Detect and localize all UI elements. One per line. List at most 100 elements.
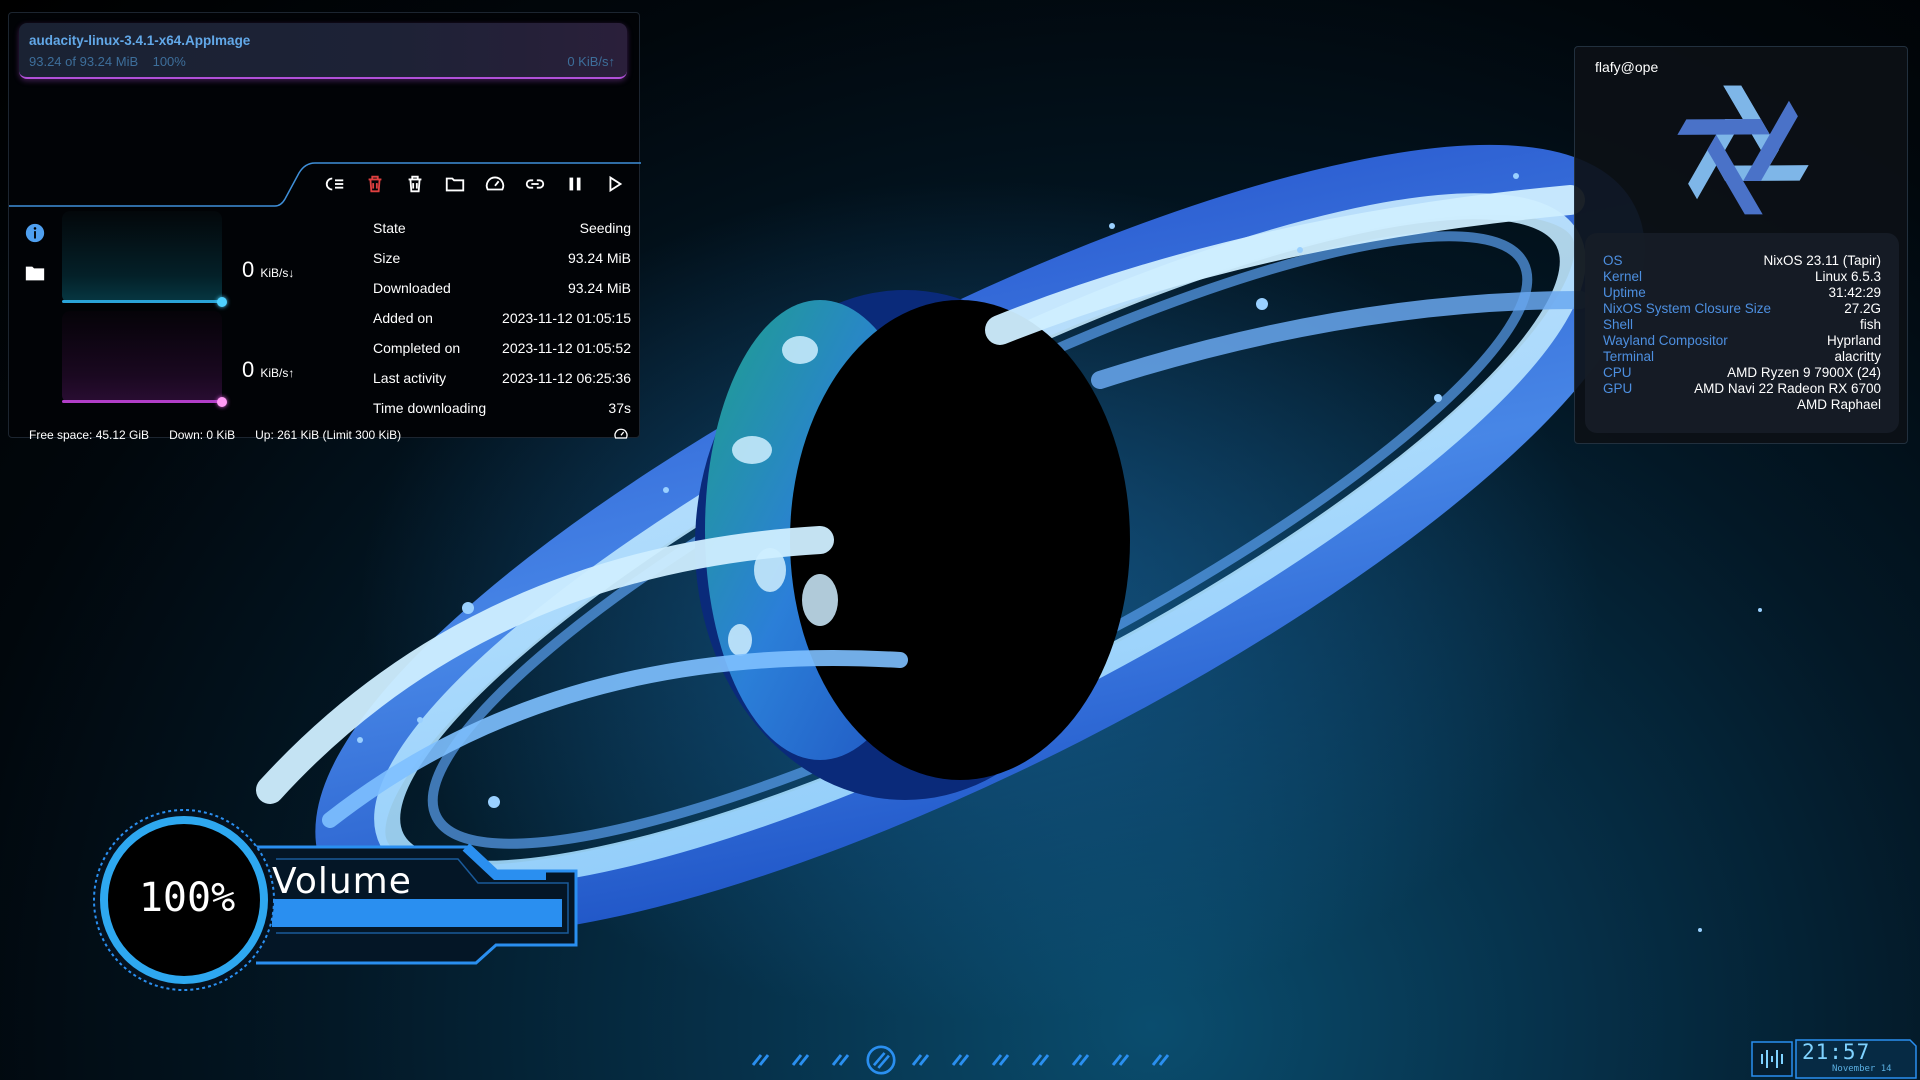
property-key: Time downloading: [373, 400, 487, 416]
info-key: Wayland Compositor: [1603, 333, 1728, 348]
info-value: fish: [1859, 317, 1881, 332]
torrent-upload-speed: 0 KiB/s↑: [567, 54, 615, 69]
info-row: Wayland Compositor Hyprland: [1603, 333, 1881, 349]
property-row: Last activity 2023-11-12 06:25:36: [373, 369, 631, 399]
workspace-5[interactable]: [906, 1048, 936, 1072]
workspace-icon: [1151, 1054, 1170, 1066]
property-value: 2023-11-12 01:05:15: [502, 310, 631, 326]
torrent-client-window: audacity-linux-3.4.1-x64.AppImage 93.24 …: [8, 12, 641, 442]
copy-magnet-link-button[interactable]: [517, 169, 553, 199]
speed-limit-button[interactable]: [477, 169, 513, 199]
property-key: Downloaded: [373, 280, 451, 296]
up-total-text: Up: 261 KiB (Limit 300 KiB): [255, 428, 402, 442]
download-speed-graph: [62, 211, 227, 307]
workspace-icon: [1031, 1054, 1050, 1066]
workspace-1[interactable]: [746, 1048, 776, 1072]
arrow-up-icon: ↑: [608, 54, 616, 69]
workspace-icon: [911, 1054, 930, 1066]
pause-button[interactable]: [557, 169, 593, 199]
property-row: Downloaded 93.24 MiB: [373, 279, 631, 309]
download-rate: 0 KiB/s↓: [242, 257, 294, 283]
upload-speed-line: [62, 400, 222, 403]
property-key: Last activity: [373, 370, 447, 386]
workspace-icon: [951, 1054, 970, 1066]
property-value: 2023-11-12 01:05:52: [502, 340, 631, 356]
clock-widget: 21:57 November 14: [1750, 1036, 1918, 1080]
upload-rate-unit: KiB/s: [260, 366, 289, 380]
workspace-switcher: [746, 1045, 1176, 1075]
property-key: Size: [373, 250, 401, 266]
info-value: 27.2G: [1844, 301, 1881, 316]
info-row: Terminal alacritty: [1603, 349, 1881, 365]
delete-with-data-button[interactable]: [357, 169, 393, 199]
workspace-11[interactable]: [1146, 1048, 1176, 1072]
volume-percent: 100%: [138, 875, 236, 921]
torrent-toolbar: [277, 161, 641, 207]
workspace-2[interactable]: [786, 1048, 816, 1072]
info-row: CPU AMD Ryzen 9 7900X (24): [1603, 365, 1881, 381]
property-value: Seeding: [579, 220, 631, 236]
link-icon: [525, 179, 545, 189]
property-row: Time downloading 37s: [373, 399, 631, 421]
info-row: GPU AMD Navi 22 Radeon RX 6700: [1603, 381, 1881, 397]
property-row: State Seeding: [373, 219, 631, 249]
arrow-down-icon: ↓: [288, 266, 295, 280]
workspace-9[interactable]: [1066, 1048, 1096, 1072]
download-speed-marker: [217, 297, 227, 307]
play-icon: [609, 175, 623, 193]
property-row: Completed on 2023-11-12 01:05:52: [373, 339, 631, 369]
info-value: alacritty: [1834, 349, 1881, 364]
info-key: GPU: [1603, 381, 1633, 396]
torrent-item[interactable]: audacity-linux-3.4.1-x64.AppImage 93.24 …: [19, 23, 627, 79]
property-key: Completed on: [373, 340, 461, 356]
info-row: Shell fish: [1603, 317, 1881, 333]
nixos-logo-icon: [1677, 85, 1809, 215]
download-rate-unit: KiB/s: [260, 266, 289, 280]
info-key: NixOS System Closure Size: [1603, 301, 1772, 316]
info-key: CPU: [1603, 365, 1632, 380]
resume-button[interactable]: [597, 169, 633, 199]
workspace-8[interactable]: [1026, 1048, 1056, 1072]
info-value: NixOS 23.11 (Tapir): [1763, 253, 1881, 268]
workspace-icon: [751, 1054, 770, 1066]
info-row: Kernel Linux 6.5.3: [1603, 269, 1881, 285]
workspace-10[interactable]: [1106, 1048, 1136, 1072]
delete-icon: [408, 175, 422, 193]
delete-button[interactable]: [397, 169, 433, 199]
user-host: flafy@ope: [1595, 59, 1659, 75]
property-row: Added on 2023-11-12 01:05:15: [373, 309, 631, 339]
open-folder-button[interactable]: [437, 169, 473, 199]
clock-time: 21:57: [1802, 1040, 1871, 1064]
speed-limit-toggle[interactable]: [613, 426, 629, 445]
download-rate-value: 0: [242, 257, 255, 282]
tab-files[interactable]: [23, 261, 47, 285]
workspace-4[interactable]: [866, 1045, 896, 1075]
property-row: Size 93.24 MiB: [373, 249, 631, 279]
queue-icon: [325, 177, 344, 191]
info-key: OS: [1603, 253, 1623, 268]
queue-button[interactable]: [317, 169, 353, 199]
volume-level-fill: [272, 899, 562, 927]
volume-osd: 100% Volume: [86, 805, 588, 995]
torrent-progress-size: 93.24 of 93.24 MiB: [29, 54, 139, 69]
property-value: 2023-11-12 06:25:36: [502, 370, 631, 386]
delete-with-data-icon: [368, 175, 382, 193]
info-key: Shell: [1603, 317, 1634, 332]
torrent-progress-percent: 100%: [152, 54, 186, 69]
upload-rate: 0 KiB/s↑: [242, 357, 294, 383]
workspace-7[interactable]: [986, 1048, 1016, 1072]
tab-info[interactable]: [23, 221, 47, 245]
info-value: AMD Navi 22 Radeon RX 6700: [1694, 381, 1881, 396]
free-space-text: Free space: 45.12 GiB: [29, 428, 150, 442]
torrent-progress: 93.24 of 93.24 MiB 100%: [29, 54, 186, 69]
system-info-widget: flafy@ope OS NixOS 23.11 (Tapir) Kernel Li…: [1574, 46, 1908, 444]
workspace-6[interactable]: [946, 1048, 976, 1072]
info-value: Linux 6.5.3: [1814, 269, 1881, 284]
info-row: Uptime 31:42:29: [1603, 285, 1881, 301]
volume-label: Volume: [272, 861, 412, 902]
info-value: Hyprland: [1826, 333, 1881, 348]
torrent-status-bar: Free space: 45.12 GiB Down: 0 KiB Up: 26…: [29, 427, 629, 443]
workspace-3[interactable]: [826, 1048, 856, 1072]
property-key: Added on: [373, 310, 433, 326]
info-icon: [25, 223, 45, 243]
